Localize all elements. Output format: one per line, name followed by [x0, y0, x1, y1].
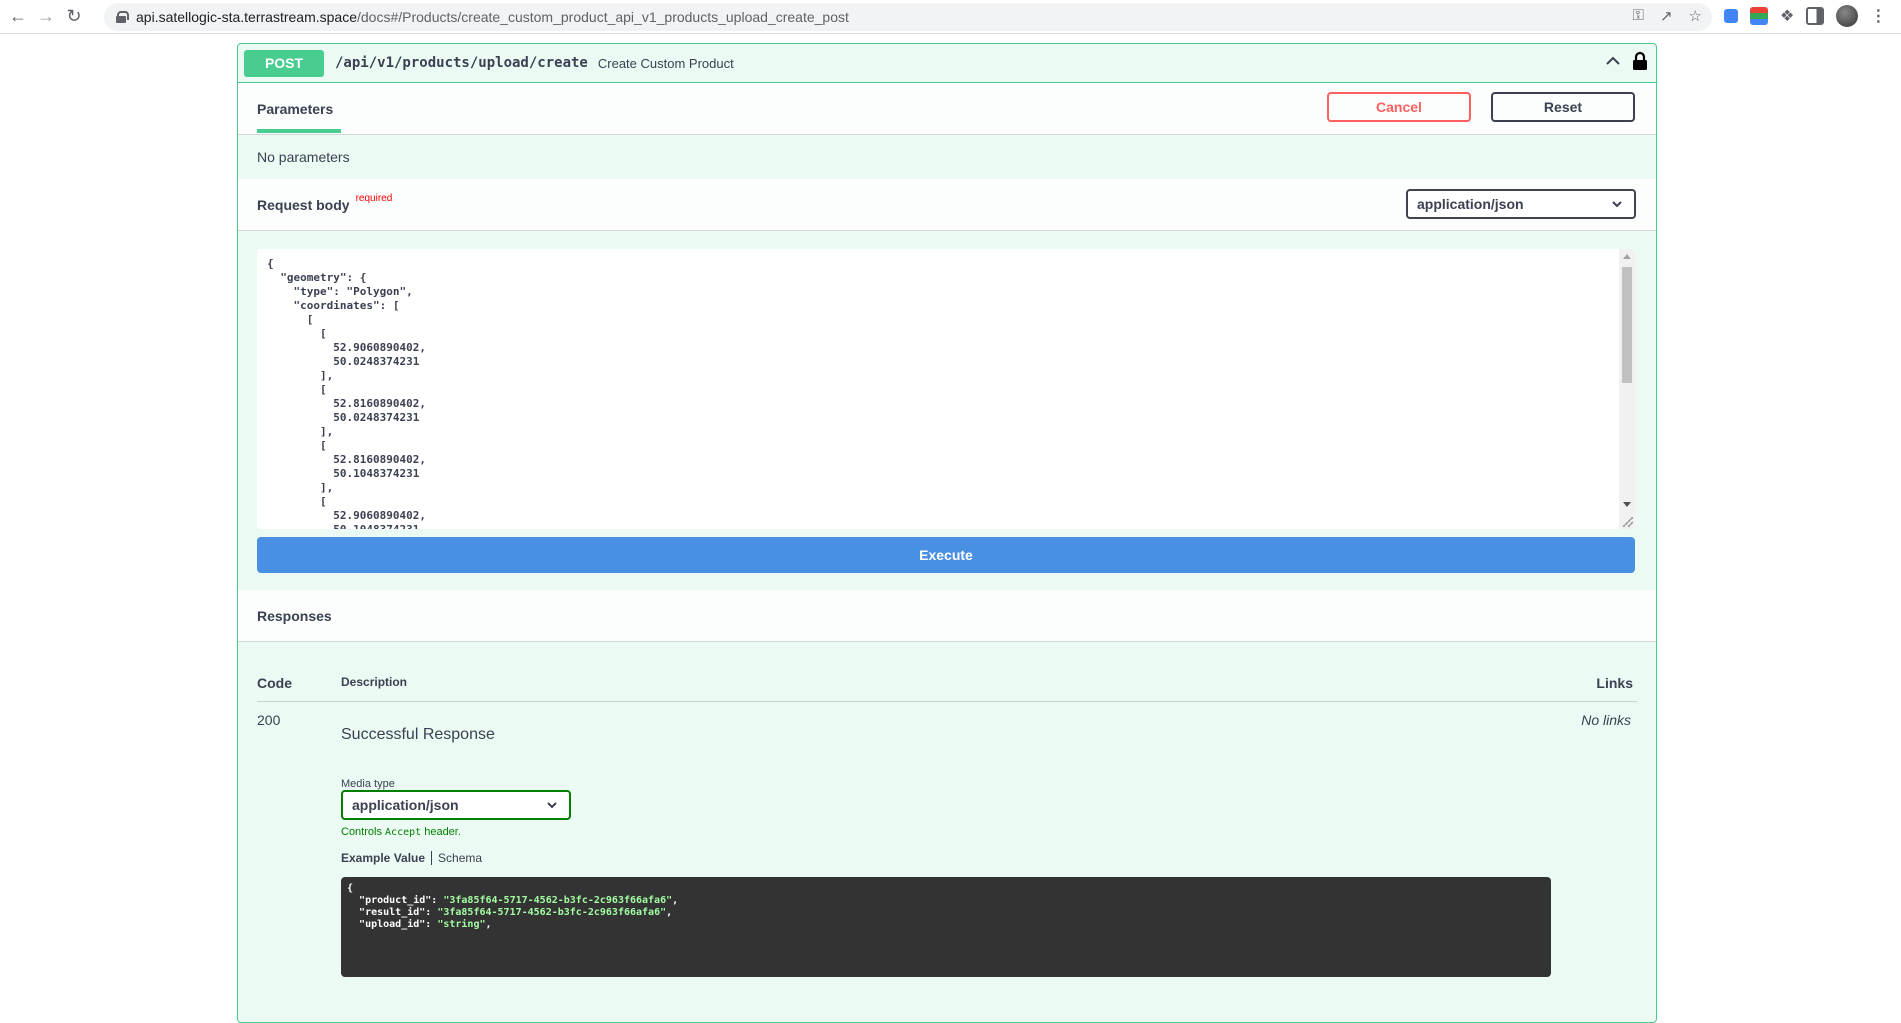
resize-handle-icon[interactable]: [1623, 517, 1633, 527]
address-bar[interactable]: api.satellogic-sta.terrastream.space/doc…: [104, 3, 1712, 31]
reset-button[interactable]: Reset: [1491, 92, 1635, 122]
example-line: "result_id": "3fa85f64-5717-4562-b3fc-2c…: [359, 907, 673, 918]
tab-schema[interactable]: Schema: [438, 851, 482, 865]
operation-summary-text: Create Custom Product: [597, 55, 734, 71]
column-description: Description: [341, 675, 408, 689]
forward-icon[interactable]: →: [32, 3, 60, 31]
key-icon[interactable]: ⚿: [1633, 7, 1644, 25]
avatar[interactable]: [1836, 5, 1859, 27]
share-icon[interactable]: ↗: [1660, 7, 1673, 25]
column-code: Code: [257, 675, 292, 691]
bookmark-star-icon[interactable]: ☆: [1689, 7, 1702, 25]
parameters-header: Parameters Cancel Reset: [238, 83, 1656, 135]
operation-summary[interactable]: POST /api/v1/products/upload/create Crea…: [238, 44, 1656, 83]
example-line: "product_id": "3fa85f64-5717-4562-b3fc-2…: [359, 895, 679, 906]
execute-button[interactable]: Execute: [257, 537, 1635, 573]
operation-block: POST /api/v1/products/upload/create Crea…: [237, 43, 1657, 1023]
chevron-up-icon[interactable]: [1606, 54, 1620, 68]
responses-title: Responses: [257, 607, 332, 624]
url-text[interactable]: api.satellogic-sta.terrastream.space/doc…: [136, 9, 849, 25]
sidepanel-icon[interactable]: [1806, 7, 1825, 25]
request-body-header: Request body required application/json: [238, 179, 1656, 231]
no-parameters-text: No parameters: [257, 149, 350, 165]
request-body-editor[interactable]: { "geometry": { "type": "Polygon", "coor…: [257, 249, 1635, 529]
media-type-select[interactable]: application/json: [341, 790, 571, 820]
response-code: 200: [257, 712, 281, 728]
lock-icon[interactable]: [1632, 51, 1648, 71]
scrollbar[interactable]: [1619, 249, 1635, 529]
request-body-title: Request body: [257, 196, 350, 213]
extension-color-icon[interactable]: [1750, 7, 1768, 25]
extension-pin-icon[interactable]: [1724, 9, 1738, 23]
responses-table-header: Code Description Links: [257, 642, 1637, 702]
response-description: Successful Response: [341, 726, 495, 743]
puzzle-icon[interactable]: ❖: [1780, 6, 1794, 26]
lock-icon: [116, 11, 129, 23]
method-badge: POST: [244, 49, 324, 77]
scroll-up-icon[interactable]: [1623, 254, 1631, 259]
example-tabs: Example Value Schema: [341, 851, 482, 865]
response-links: No links: [1581, 712, 1631, 728]
tab-parameters[interactable]: Parameters: [257, 83, 342, 135]
example-code: { "product_id": "3fa85f64-5717-4562-b3fc…: [341, 877, 1551, 937]
media-type-value: application/json: [352, 797, 459, 813]
scroll-thumb[interactable]: [1622, 267, 1632, 383]
reload-icon[interactable]: ↻: [60, 3, 88, 31]
browser-toolbar: ← → ↻ api.satellogic-sta.terrastream.spa…: [0, 0, 1901, 34]
example-line: "upload_id": "string",: [359, 919, 492, 930]
responses-table: Code Description Links 200 Successful Re…: [238, 642, 1656, 1002]
request-body-code[interactable]: { "geometry": { "type": "Polygon", "coor…: [257, 249, 1635, 529]
column-links: Links: [1596, 675, 1633, 691]
scroll-down-icon[interactable]: [1623, 502, 1631, 507]
tab-example-value[interactable]: Example Value: [341, 851, 425, 865]
table-row: 200 Successful Response No links Media t…: [257, 702, 1637, 1002]
media-type-label: Media type: [341, 778, 395, 790]
operation-path: /api/v1/products/upload/create: [335, 55, 588, 71]
responses-header: Responses: [238, 590, 1656, 642]
content-type-select[interactable]: application/json: [1406, 189, 1636, 219]
tab-divider: [431, 851, 433, 865]
back-icon[interactable]: ←: [4, 3, 32, 31]
request-body-area: { "geometry": { "type": "Polygon", "coor…: [238, 231, 1656, 531]
required-marker: required: [355, 193, 393, 204]
content-type-value: application/json: [1417, 196, 1524, 212]
open-brace: {: [347, 883, 354, 894]
cancel-button[interactable]: Cancel: [1327, 92, 1471, 122]
controls-accept-note: Controls Accept header.: [341, 826, 461, 838]
example-value-block: { "product_id": "3fa85f64-5717-4562-b3fc…: [341, 877, 1551, 977]
chevron-down-icon: [547, 802, 557, 809]
chevron-down-icon: [1612, 201, 1622, 208]
menu-icon[interactable]: ⋮: [1870, 6, 1886, 26]
